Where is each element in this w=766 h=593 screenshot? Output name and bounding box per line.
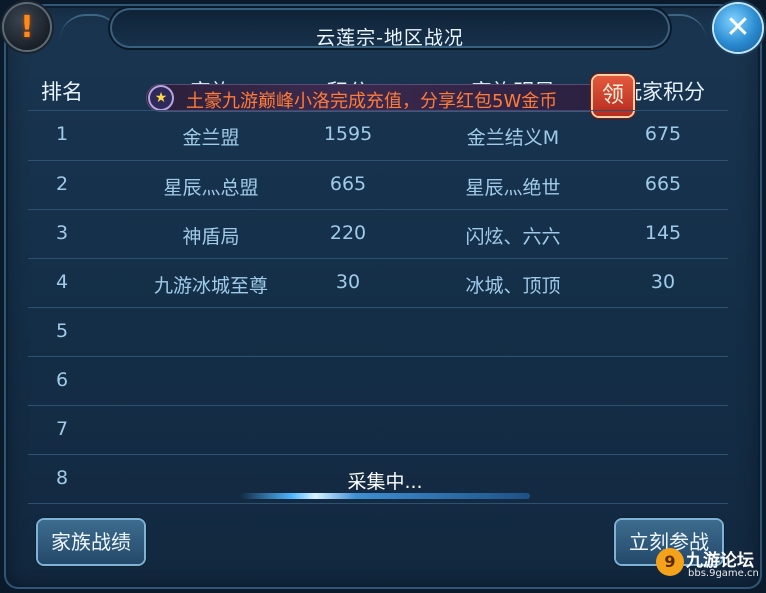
player-score-cell: 145 xyxy=(644,222,682,244)
header-rank: 排名 xyxy=(41,80,83,104)
rank-cell: 4 xyxy=(55,271,69,293)
table-row: 6 xyxy=(28,356,728,406)
star-cell: 冰城、顶顶 xyxy=(465,275,561,297)
rank-cell: 7 xyxy=(55,418,69,440)
page-title: 云莲宗-地区战况 xyxy=(316,27,464,49)
forum-watermark: 9 九游论坛 bbs.9game.cn xyxy=(656,542,766,588)
table-row: 3 神盾局 220 闪炫、六六 145 xyxy=(28,209,728,259)
score-cell: 665 xyxy=(329,173,367,195)
star-cell: 闪炫、六六 xyxy=(465,226,561,248)
score-cell: 220 xyxy=(329,222,367,244)
collecting-label: 采集中... xyxy=(347,471,423,493)
star-icon: ★ xyxy=(150,87,172,109)
watermark-url: bbs.9game.cn xyxy=(688,568,759,579)
collecting-progress: 采集中... xyxy=(230,465,540,507)
family-record-button[interactable]: 家族战绩 xyxy=(38,520,144,564)
table-row: 4 九游冰城至尊 30 冰城、顶顶 30 xyxy=(28,258,728,308)
nine-game-logo-icon: 9 xyxy=(656,548,684,576)
score-cell: 30 xyxy=(335,271,361,293)
star-cell: 星辰灬绝世 xyxy=(465,177,561,199)
title-bar: 云莲宗-地区战况 xyxy=(110,8,670,49)
table-row: 2 星辰灬总盟 665 星辰灬绝世 665 xyxy=(28,160,728,210)
collecting-progress-bar xyxy=(240,493,530,499)
rank-cell: 3 xyxy=(55,222,69,244)
player-score-cell: 675 xyxy=(644,123,682,145)
table-row: 5 xyxy=(28,307,728,357)
table-row: 1 金兰盟 1595 金兰结义M 675 xyxy=(28,110,728,160)
rank-cell: 5 xyxy=(55,320,69,342)
rank-cell: 2 xyxy=(55,173,69,195)
star-cell: 金兰结义M xyxy=(466,127,560,149)
close-icon: ✕ xyxy=(725,10,751,45)
table-row: 7 xyxy=(28,405,728,455)
close-button[interactable]: ✕ xyxy=(714,4,762,52)
family-cell: 神盾局 xyxy=(182,226,240,248)
alert-button[interactable]: ! xyxy=(4,4,50,50)
rank-cell: 1 xyxy=(55,123,69,145)
score-cell: 1595 xyxy=(323,123,373,145)
rank-cell: 6 xyxy=(55,369,69,391)
family-cell: 金兰盟 xyxy=(182,127,240,149)
player-score-cell: 665 xyxy=(644,173,682,195)
rank-cell: 8 xyxy=(55,467,69,489)
exclamation-icon: ! xyxy=(20,9,34,45)
family-cell: 星辰灬总盟 xyxy=(163,177,259,199)
player-score-cell: 30 xyxy=(650,271,676,293)
family-cell: 九游冰城至尊 xyxy=(153,275,268,297)
announcement-ticker: ★ 土豪九游巅峰小洛完成充值，分享红包5W金币 xyxy=(146,84,616,112)
